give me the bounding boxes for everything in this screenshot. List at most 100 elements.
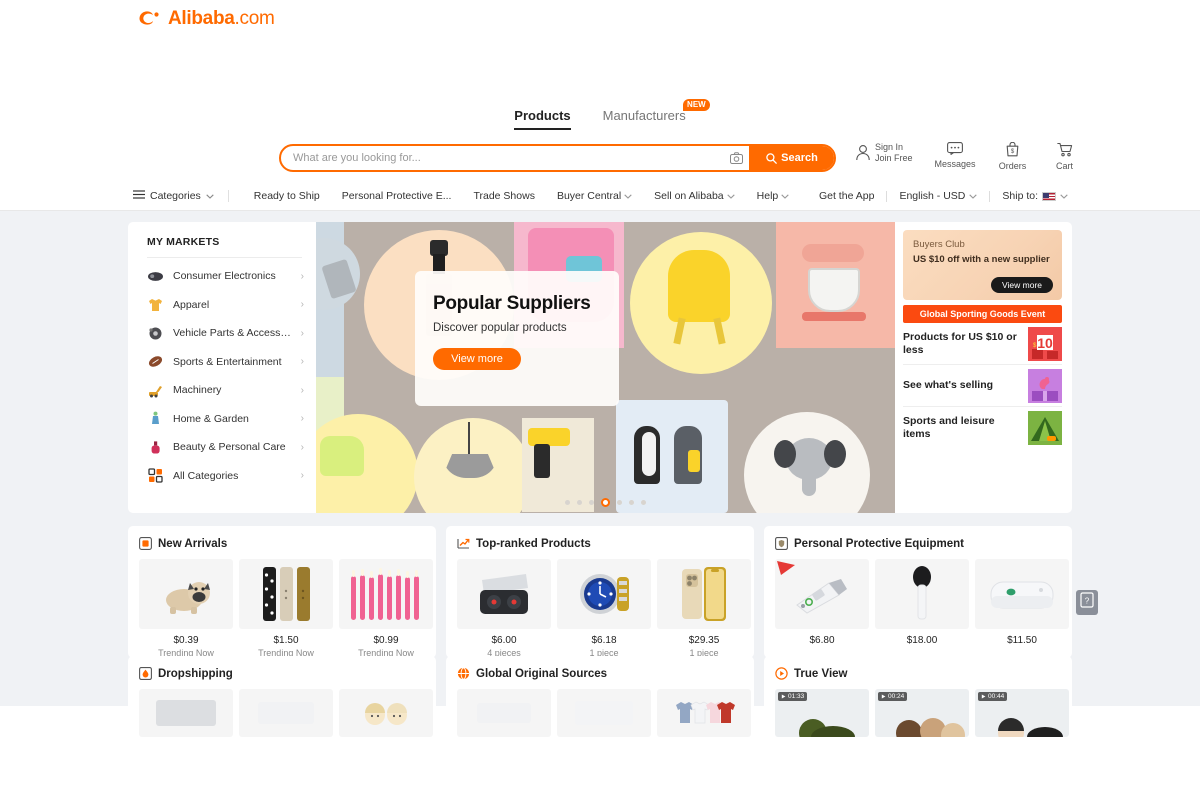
product-card[interactable]: $0.99 Trending Now <box>339 559 433 658</box>
nav-trade-shows[interactable]: Trade Shows <box>462 190 545 202</box>
sidebar-item-machinery[interactable]: Machinery › <box>128 376 316 405</box>
product-card[interactable] <box>239 689 333 743</box>
banner-mixer-head <box>802 244 864 262</box>
tab-products[interactable]: Products <box>514 108 571 130</box>
join-free-label: Join Free <box>875 153 913 163</box>
chevron-right-icon: › <box>300 384 304 396</box>
sign-in-button[interactable]: Sign In Join Free <box>855 142 913 164</box>
sidebar-item-consumer-electronics[interactable]: Consumer Electronics › <box>128 262 316 291</box>
sidebar-item-home-garden[interactable]: Home & Garden › <box>128 405 316 434</box>
messages-icon <box>947 142 963 157</box>
placeholder-shape <box>575 701 633 725</box>
promo-row-ten-dollars[interactable]: Products for US $10 or less 10 $ <box>903 323 1062 365</box>
football-icon <box>147 353 164 370</box>
product-image-black-tip-thermometer <box>875 559 969 629</box>
product-card[interactable] <box>557 689 651 743</box>
alibaba-logo[interactable]: Alibaba.com <box>138 8 275 30</box>
nav-buyer-central[interactable]: Buyer Central <box>546 190 643 202</box>
hero-title: Popular Suppliers <box>433 293 591 314</box>
promo-row-whats-selling[interactable]: See what's selling <box>903 365 1062 407</box>
product-card[interactable]: $11.50 <box>975 559 1069 648</box>
alibaba-logo-icon <box>138 8 164 30</box>
product-price: $0.99 <box>373 635 399 646</box>
nav-personal-protective-equipment[interactable]: Personal Protective E... <box>331 190 463 202</box>
product-price: $18.00 <box>906 635 938 646</box>
product-card[interactable]: $6.80 <box>775 559 869 648</box>
language-currency-selector[interactable]: English - USD <box>887 190 989 202</box>
grid-icon <box>147 467 164 484</box>
product-card[interactable]: 01:33 <box>775 689 869 743</box>
ship-to-selector[interactable]: Ship to: <box>990 190 1080 202</box>
carousel-dot-7[interactable] <box>641 500 646 505</box>
carousel-dot-6[interactable] <box>629 500 634 505</box>
svg-text:?: ? <box>1085 597 1090 606</box>
divider <box>147 257 302 258</box>
product-card[interactable]: 00:44 <box>975 689 1069 743</box>
section-header: Dropshipping <box>139 667 425 680</box>
banner-lamp-cord <box>468 422 470 454</box>
product-card[interactable]: $6.18 1 piece <box>557 559 651 658</box>
product-card[interactable]: $0.39 Trending Now <box>139 559 233 658</box>
product-card[interactable]: $6.00 4 pieces <box>457 559 551 658</box>
banner-yellow-chair <box>668 250 730 322</box>
sidebar-item-apparel[interactable]: Apparel › <box>128 291 316 320</box>
get-the-app-link[interactable]: Get the App <box>807 190 886 202</box>
hero-view-more-button[interactable]: View more <box>433 348 521 370</box>
messages-button[interactable]: Messages <box>935 142 976 169</box>
buyers-club-view-more-button[interactable]: View more <box>991 277 1053 293</box>
excavator-icon <box>147 382 164 399</box>
search-button[interactable]: Search <box>749 146 834 170</box>
search-input[interactable] <box>281 152 723 164</box>
product-card[interactable]: $1.50 Trending Now <box>239 559 333 658</box>
product-card[interactable]: $18.00 <box>875 559 969 648</box>
carousel-dot-5[interactable] <box>617 500 622 505</box>
global-sporting-goods-event-banner[interactable]: Global Sporting Goods Event <box>903 305 1062 323</box>
nav-ready-to-ship[interactable]: Ready to Ship <box>243 190 331 202</box>
carousel-dot-4-active[interactable] <box>601 498 610 507</box>
product-card[interactable] <box>339 689 433 743</box>
carousel-dot-3[interactable] <box>589 500 594 505</box>
language-label: English - USD <box>899 190 966 202</box>
categories-menu[interactable]: Categories <box>133 190 229 202</box>
search-bar[interactable]: Search <box>279 144 836 172</box>
product-card[interactable] <box>657 689 751 743</box>
nav-help[interactable]: Help <box>746 190 801 202</box>
product-card[interactable] <box>139 689 233 743</box>
buyers-club-card[interactable]: Buyers Club US $10 off with a new suppli… <box>903 230 1062 300</box>
new-badge: NEW <box>683 99 710 111</box>
new-arrivals-icon <box>139 537 152 550</box>
product-image-video-dark-hair: 00:44 <box>975 689 1069 737</box>
tshirt-icon <box>147 296 164 313</box>
chevron-right-icon: › <box>300 327 304 339</box>
promo-row-sports-leisure[interactable]: Sports and leisure items <box>903 407 1062 449</box>
sidebar-item-all-categories[interactable]: All Categories › <box>128 462 316 491</box>
feedback-floating-button[interactable]: ? <box>1076 590 1098 615</box>
carousel-dot-1[interactable] <box>565 500 570 505</box>
sidebar-item-vehicle-parts-accessories[interactable]: Vehicle Parts & Accessories › <box>128 319 316 348</box>
hero-banner-carousel[interactable]: Popular Suppliers Discover popular produ… <box>316 222 895 513</box>
chevron-right-icon: › <box>300 356 304 368</box>
carousel-dots <box>316 498 895 507</box>
product-card[interactable] <box>457 689 551 743</box>
play-circle-icon <box>775 667 788 680</box>
product-card[interactable]: 00:24 <box>875 689 969 743</box>
sidebar-item-label: Sports & Entertainment <box>173 355 282 368</box>
orders-button[interactable]: $ Orders <box>998 141 1028 171</box>
product-image-video-two-people: 00:24 <box>875 689 969 737</box>
chevron-down-icon <box>726 190 735 202</box>
camera-search-icon[interactable] <box>723 146 749 170</box>
product-image-gold-smartphone <box>657 559 751 629</box>
sidebar-item-beauty-personal-care[interactable]: Beauty & Personal Care › <box>128 433 316 462</box>
product-image-earbuds-case <box>457 559 551 629</box>
banner-elephant-trunk <box>802 466 816 496</box>
purple-flamingo-gift-icon <box>1028 368 1062 403</box>
nav-sell-on-alibaba[interactable]: Sell on Alibaba <box>643 190 745 202</box>
product-card[interactable]: $29.35 1 piece <box>657 559 751 658</box>
banner-elephant-ear-right <box>824 440 846 468</box>
cart-button[interactable]: Cart <box>1050 142 1080 171</box>
promo-title: Sports and leisure items <box>903 415 995 440</box>
tab-manufacturers[interactable]: Manufacturers NEW <box>603 99 710 130</box>
sidebar-item-sports-entertainment[interactable]: Sports & Entertainment › <box>128 348 316 377</box>
carousel-dot-2[interactable] <box>577 500 582 505</box>
banner-mixer-base <box>802 312 866 321</box>
